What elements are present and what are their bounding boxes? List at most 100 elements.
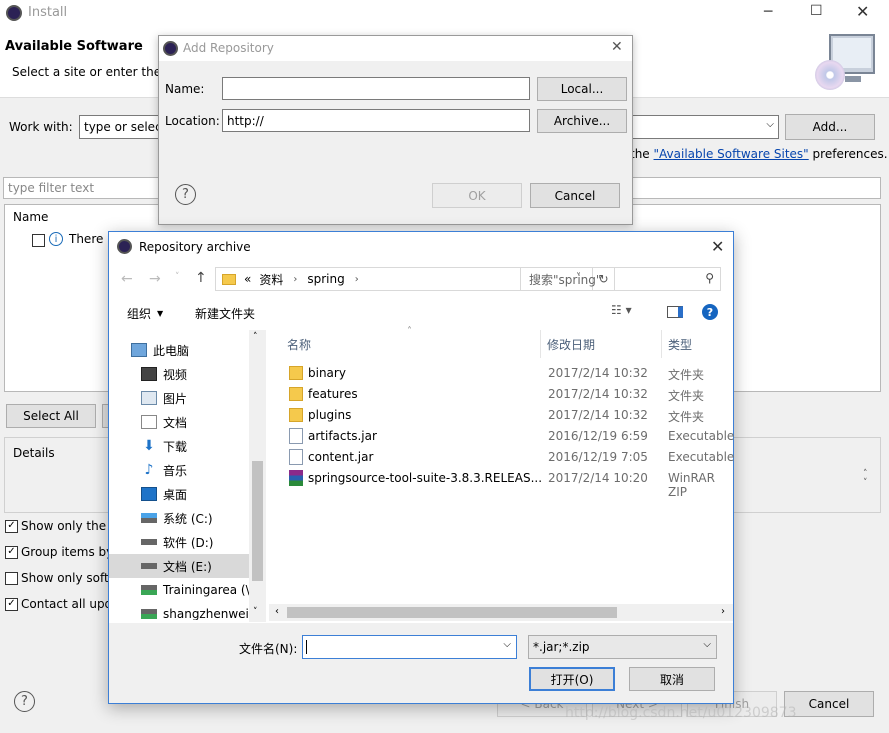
drive-icon [141, 563, 157, 569]
tree-checkbox[interactable] [32, 234, 45, 247]
scroll-down-icon[interactable]: ˅ [253, 607, 258, 617]
archive-cancel-button[interactable]: 取消 [629, 667, 715, 691]
nav-scrollbar[interactable]: ˄ ˅ [249, 330, 266, 622]
page-subheading: Select a site or enter the [12, 65, 162, 79]
file-row[interactable]: binary 2017/2/14 10:32 文件夹 [269, 363, 733, 384]
filename-input[interactable]: ⌵ [302, 635, 517, 659]
chevron-right-icon[interactable]: › [293, 274, 297, 285]
horizontal-scrollbar[interactable]: ‹ › [269, 604, 733, 621]
file-list[interactable]: ˄ 名称 修改日期 类型 binary 2017/2/14 10:32 文件夹 … [269, 326, 734, 622]
folder-icon [222, 273, 236, 285]
file-row[interactable]: features 2017/2/14 10:32 文件夹 [269, 384, 733, 405]
column-date[interactable]: 修改日期 [547, 336, 595, 353]
nav-item-shangzhenwei[interactable]: shangzhenwei [109, 602, 249, 620]
drive-icon [141, 539, 157, 545]
help-icon[interactable]: ? [175, 184, 196, 205]
breadcrumb-ziliao[interactable]: 资料 [259, 271, 283, 288]
chevron-down-icon[interactable]: ⌵ [503, 639, 511, 650]
checkbox[interactable] [5, 571, 18, 585]
option-contact-all[interactable]: ✓ Contact all upd [5, 596, 112, 612]
folder-icon [289, 387, 303, 401]
open-button[interactable]: 打开(O) [529, 667, 615, 691]
maximize-button[interactable]: ☐ [810, 3, 823, 19]
install-cancel-button[interactable]: Cancel [784, 691, 874, 717]
file-row[interactable]: content.jar 2016/12/19 7:05 Executable [269, 447, 734, 468]
nav-item-pictures[interactable]: 图片 [109, 386, 187, 410]
add-repo-titlebar: Add Repository ✕ [159, 36, 632, 61]
option-group-items[interactable]: ✓ Group items by [5, 544, 113, 560]
chevron-down-icon: ⌵ [703, 639, 711, 650]
find-more-text: the "Available Software Sites" preferenc… [630, 147, 888, 161]
organize-menu[interactable]: 组织 ▼ [127, 305, 163, 322]
nav-item-desktop[interactable]: 桌面 [109, 482, 187, 506]
scroll-arrows[interactable]: ˄ ˅ [863, 470, 868, 488]
close-button[interactable]: ✕ [856, 2, 869, 21]
archive-button[interactable]: Archive... [537, 109, 627, 133]
install-help-icon[interactable]: ? [14, 691, 35, 712]
monitor-cd-icon [815, 34, 877, 92]
scroll-thumb[interactable] [252, 461, 263, 581]
details-label: Details [13, 446, 55, 460]
file-row[interactable]: plugins 2017/2/14 10:32 文件夹 [269, 405, 733, 426]
forward-arrow-icon[interactable]: → [149, 271, 161, 287]
nav-item-video[interactable]: 视频 [109, 362, 187, 386]
location-label: Location: [165, 114, 220, 128]
nav-item-drive-c[interactable]: 系统 (C:) [109, 506, 213, 530]
column-divider [661, 330, 662, 358]
nav-item-downloads[interactable]: ⬇ 下载 [109, 434, 187, 458]
nav-item-drive-e[interactable]: 文档 (E:) [109, 554, 249, 578]
work-with-label: Work with: [9, 120, 73, 134]
breadcrumb-spring[interactable]: spring [307, 272, 344, 286]
breadcrumb-overflow[interactable]: « [244, 272, 251, 286]
preview-pane-icon[interactable] [667, 306, 683, 318]
nav-item-drive-d[interactable]: 软件 (D:) [109, 530, 213, 554]
location-field[interactable]: http:// [222, 109, 530, 132]
search-input[interactable]: 搜索"spring" ⚲ [520, 267, 721, 291]
column-type[interactable]: 类型 [668, 336, 692, 353]
select-all-button[interactable]: Select All [6, 404, 96, 428]
nav-item-music[interactable]: ♪ 音乐 [109, 458, 187, 482]
up-arrow-icon[interactable]: ↑ [195, 270, 207, 286]
view-options-icon[interactable]: ☷ ▾ [611, 303, 632, 317]
recent-chevron-icon[interactable]: ˅ [175, 272, 180, 282]
close-icon[interactable]: ✕ [711, 237, 724, 256]
name-field[interactable] [222, 77, 530, 100]
file-row[interactable]: springsource-tool-suite-3.8.3.RELEAS... … [269, 468, 733, 499]
new-folder-button[interactable]: 新建文件夹 [195, 305, 255, 322]
archive-titlebar: Repository archive ✕ [109, 232, 733, 262]
checkbox[interactable]: ✓ [5, 545, 18, 559]
install-title: Install [28, 5, 68, 20]
add-site-button[interactable]: Add... [785, 114, 875, 140]
eclipse-icon [6, 5, 22, 21]
jar-icon [289, 449, 303, 465]
checkbox[interactable]: ✓ [5, 519, 18, 533]
nav-item-trainingarea[interactable]: Trainingarea (\ [109, 578, 250, 602]
scroll-left-icon[interactable]: ‹ [275, 606, 279, 617]
checkbox[interactable]: ✓ [5, 597, 18, 611]
name-column-header: Name [13, 210, 49, 224]
available-sites-link[interactable]: "Available Software Sites" [654, 147, 809, 161]
name-label: Name: [165, 82, 205, 96]
chevron-right-icon[interactable]: › [355, 274, 359, 285]
close-icon[interactable]: ✕ [611, 39, 623, 55]
jar-icon [289, 428, 303, 444]
local-button[interactable]: Local... [537, 77, 627, 101]
column-name[interactable]: 名称 [287, 336, 311, 353]
scroll-right-icon[interactable]: › [721, 606, 725, 617]
help-icon[interactable]: ? [702, 304, 718, 320]
ok-button[interactable]: OK [432, 183, 522, 208]
file-row[interactable]: artifacts.jar 2016/12/19 6:59 Executable [269, 426, 734, 447]
nav-item-pc[interactable]: 此电脑 [109, 338, 189, 362]
document-icon [141, 415, 157, 429]
minimize-button[interactable]: ─ [764, 4, 772, 20]
sort-up-icon: ˄ [407, 326, 412, 337]
option-show-latest[interactable]: ✓ Show only the l [5, 518, 113, 534]
nav-item-documents[interactable]: 文档 [109, 410, 187, 434]
file-type-select[interactable]: *.jar;*.zip ⌵ [528, 635, 717, 659]
scroll-up-icon[interactable]: ˄ [253, 332, 258, 342]
navigation-pane[interactable]: 此电脑 视频 图片 文档 ⬇ 下载 ♪ 音乐 桌面 系统 (C:) 软件 (D:) … [109, 330, 266, 620]
scroll-thumb[interactable] [287, 607, 617, 618]
back-arrow-icon[interactable]: ← [121, 271, 133, 287]
add-repo-cancel-button[interactable]: Cancel [530, 183, 620, 208]
option-show-only-software[interactable]: Show only softv [5, 570, 116, 586]
